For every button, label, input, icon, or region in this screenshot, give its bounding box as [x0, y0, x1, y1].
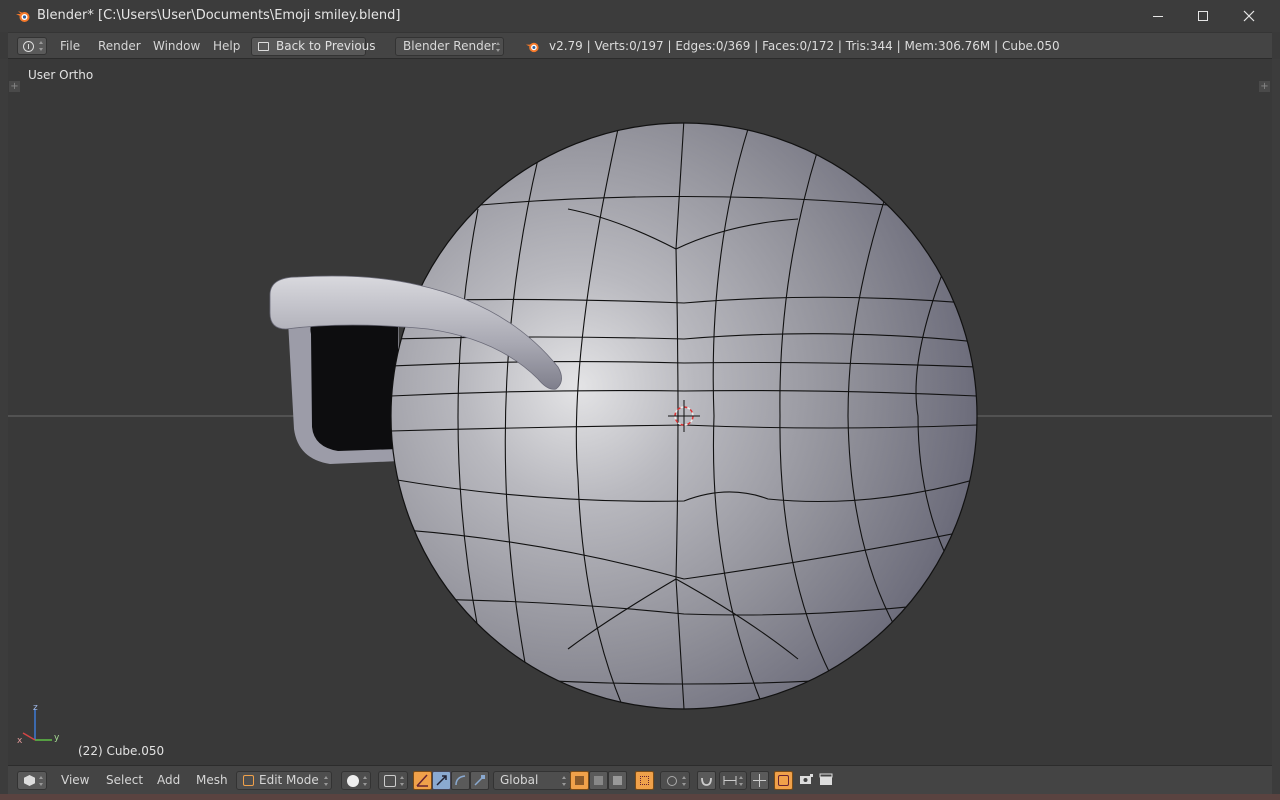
minimize-icon [1153, 16, 1163, 17]
window-title: Blender* [C:\Users\User\Documents\Emoji … [37, 8, 401, 23]
viewport-header: View Select Add Mesh Edit Mode Global [8, 765, 1272, 794]
edit-mode-icon [243, 775, 254, 786]
axis-z-label: z [33, 703, 38, 713]
overlay-icon [778, 775, 789, 786]
minimize-button[interactable] [1135, 0, 1181, 32]
desktop-background [0, 794, 1280, 800]
mode-select[interactable]: Edit Mode [236, 771, 332, 790]
blender-window: Blender* [C:\Users\User\Documents\Emoji … [0, 0, 1280, 800]
menu-view[interactable]: View [61, 766, 89, 794]
editor-type-button[interactable] [17, 37, 47, 55]
menu-mesh[interactable]: Mesh [196, 766, 228, 794]
render-engine-select[interactable]: Blender Render [395, 37, 504, 56]
spinner-icon [39, 776, 44, 786]
snap-target-icon [753, 774, 766, 787]
axis-x-label: x [17, 736, 23, 746]
menu-render[interactable]: Render [98, 33, 141, 59]
back-to-previous-label: Back to Previous [276, 39, 376, 53]
proportional-edit-select[interactable] [660, 771, 690, 790]
snap-element-select[interactable] [719, 771, 747, 790]
back-to-previous-button[interactable]: Back to Previous [251, 37, 376, 56]
window-border-left [0, 59, 8, 794]
snap-increment-icon [723, 776, 737, 785]
dropdown-icon [682, 776, 687, 786]
editor-type-button[interactable] [17, 771, 47, 790]
snap-target-button[interactable] [750, 771, 769, 790]
face-select-button[interactable] [608, 771, 627, 790]
render-engine-label: Blender Render [403, 39, 497, 53]
maximize-button[interactable] [1180, 0, 1226, 32]
solid-shading-icon [347, 775, 359, 787]
limit-selection-button[interactable] [635, 771, 654, 790]
maximize-icon [1198, 11, 1208, 21]
translate-manipulator-button[interactable] [432, 771, 451, 790]
spinner-icon [39, 41, 44, 51]
mode-label: Edit Mode [259, 773, 319, 787]
transform-orientation-select[interactable]: Global [493, 771, 571, 790]
dropdown-icon [400, 776, 405, 786]
camera-icon [800, 774, 813, 784]
dropdown-icon [739, 776, 744, 786]
pivot-point-select[interactable] [378, 771, 408, 790]
magnet-icon [701, 777, 712, 786]
arrow-icon [436, 775, 447, 786]
window-border-right [1272, 59, 1280, 794]
rotate-arc-icon [455, 775, 466, 786]
proportional-edit-icon [667, 776, 677, 786]
menu-file[interactable]: File [60, 33, 80, 59]
face-select-icon [613, 776, 622, 785]
scene-stats: v2.79 | Verts:0/197 | Edges:0/369 | Face… [549, 39, 1060, 53]
glasses-lens [310, 317, 398, 451]
axis-y-label: y [54, 733, 60, 743]
viewport-shading-select[interactable] [341, 771, 371, 790]
object-info-label: (22) Cube.050 [78, 744, 165, 758]
transform-manipulator-icon [416, 774, 428, 787]
dropdown-icon [496, 42, 501, 52]
back-screen-icon [258, 42, 269, 51]
opengl-render-button[interactable] [798, 771, 817, 790]
tool-shelf-toggle-button[interactable]: + [9, 81, 20, 92]
blender-logo-icon [525, 42, 539, 53]
overlay-toggle-button[interactable] [774, 771, 793, 790]
manipulator-toggle-button[interactable] [413, 771, 432, 790]
close-icon [1243, 10, 1255, 22]
scale-manipulator-button[interactable] [470, 771, 489, 790]
vertex-select-button[interactable] [570, 771, 589, 790]
orientation-label: Global [500, 773, 539, 787]
opengl-animation-button[interactable] [818, 771, 837, 790]
viewport-canvas: z y x [8, 122, 1272, 746]
vertex-select-icon [575, 776, 584, 785]
menu-help[interactable]: Help [213, 33, 240, 59]
pivot-icon [384, 775, 396, 787]
axis-gizmo: z y x [17, 703, 60, 746]
menu-add[interactable]: Add [157, 766, 180, 794]
rotate-manipulator-button[interactable] [451, 771, 470, 790]
title-bar: Blender* [C:\Users\User\Documents\Emoji … [0, 0, 1280, 32]
dropdown-icon [562, 776, 567, 786]
dropdown-icon [363, 776, 368, 786]
edge-select-icon [594, 776, 603, 785]
info-icon [23, 41, 34, 52]
snap-toggle-button[interactable] [697, 771, 716, 790]
dropdown-icon [324, 776, 329, 786]
limit-selection-icon [640, 776, 649, 785]
menu-window[interactable]: Window [153, 33, 200, 59]
view-name-label: User Ortho [28, 68, 94, 82]
3d-viewport[interactable]: z y x User Ortho (22) Cube.050 + + [8, 59, 1272, 765]
properties-toggle-button[interactable]: + [1259, 81, 1270, 92]
edge-select-button[interactable] [589, 771, 608, 790]
scale-icon [474, 775, 485, 786]
blender-logo-icon [14, 7, 32, 25]
cube-icon [24, 775, 35, 786]
clapperboard-icon [819, 773, 833, 785]
menu-select[interactable]: Select [106, 766, 143, 794]
close-button[interactable] [1226, 0, 1272, 32]
info-header: File Render Window Help Back to Previous… [8, 32, 1272, 59]
